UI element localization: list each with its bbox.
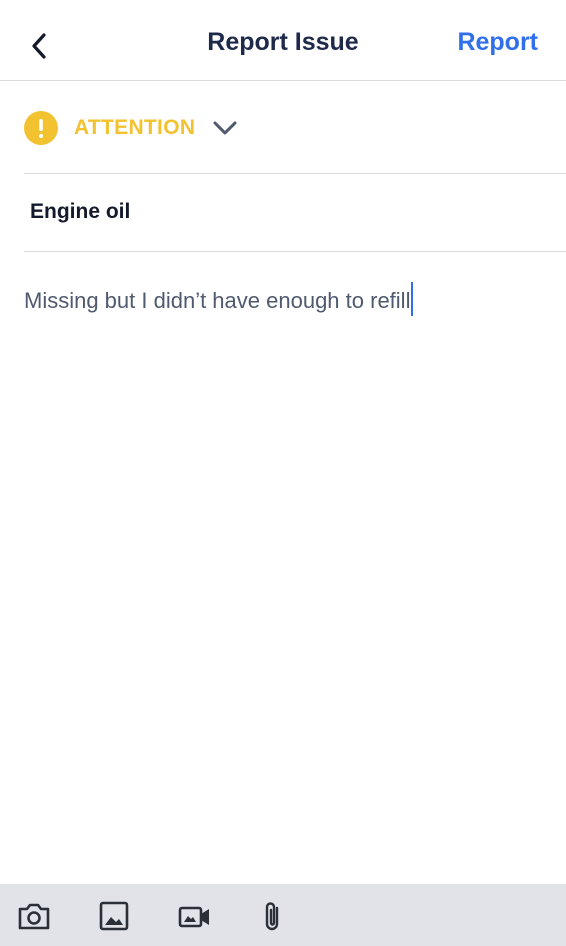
severity-label: ATTENTION [74, 116, 196, 139]
back-button[interactable] [24, 28, 56, 64]
divider [24, 251, 566, 252]
attach-file-button[interactable] [257, 900, 291, 932]
gallery-button[interactable] [97, 900, 131, 932]
alert-circle-icon [24, 111, 58, 145]
image-icon [99, 901, 129, 931]
video-button[interactable] [177, 900, 211, 932]
paperclip-icon [265, 902, 279, 931]
divider [24, 173, 566, 174]
chevron-down-icon [213, 121, 237, 135]
description-text: Missing but I didn’t have enough to refi… [24, 288, 411, 313]
attachment-toolbar [0, 884, 566, 946]
header-bar: Report Issue Report [0, 0, 566, 81]
video-camera-icon [178, 906, 209, 928]
camera-button[interactable] [17, 900, 51, 932]
report-issue-screen: Report Issue Report ATTENTION Engine oil… [0, 0, 566, 946]
description-textarea[interactable]: Missing but I didn’t have enough to refi… [24, 282, 544, 316]
chevron-left-icon [32, 33, 46, 59]
severity-dropdown[interactable]: ATTENTION [24, 108, 239, 148]
report-button[interactable]: Report [457, 28, 538, 57]
item-name-field[interactable]: Engine oil [30, 200, 130, 224]
camera-icon [18, 903, 50, 930]
text-cursor [411, 282, 414, 316]
